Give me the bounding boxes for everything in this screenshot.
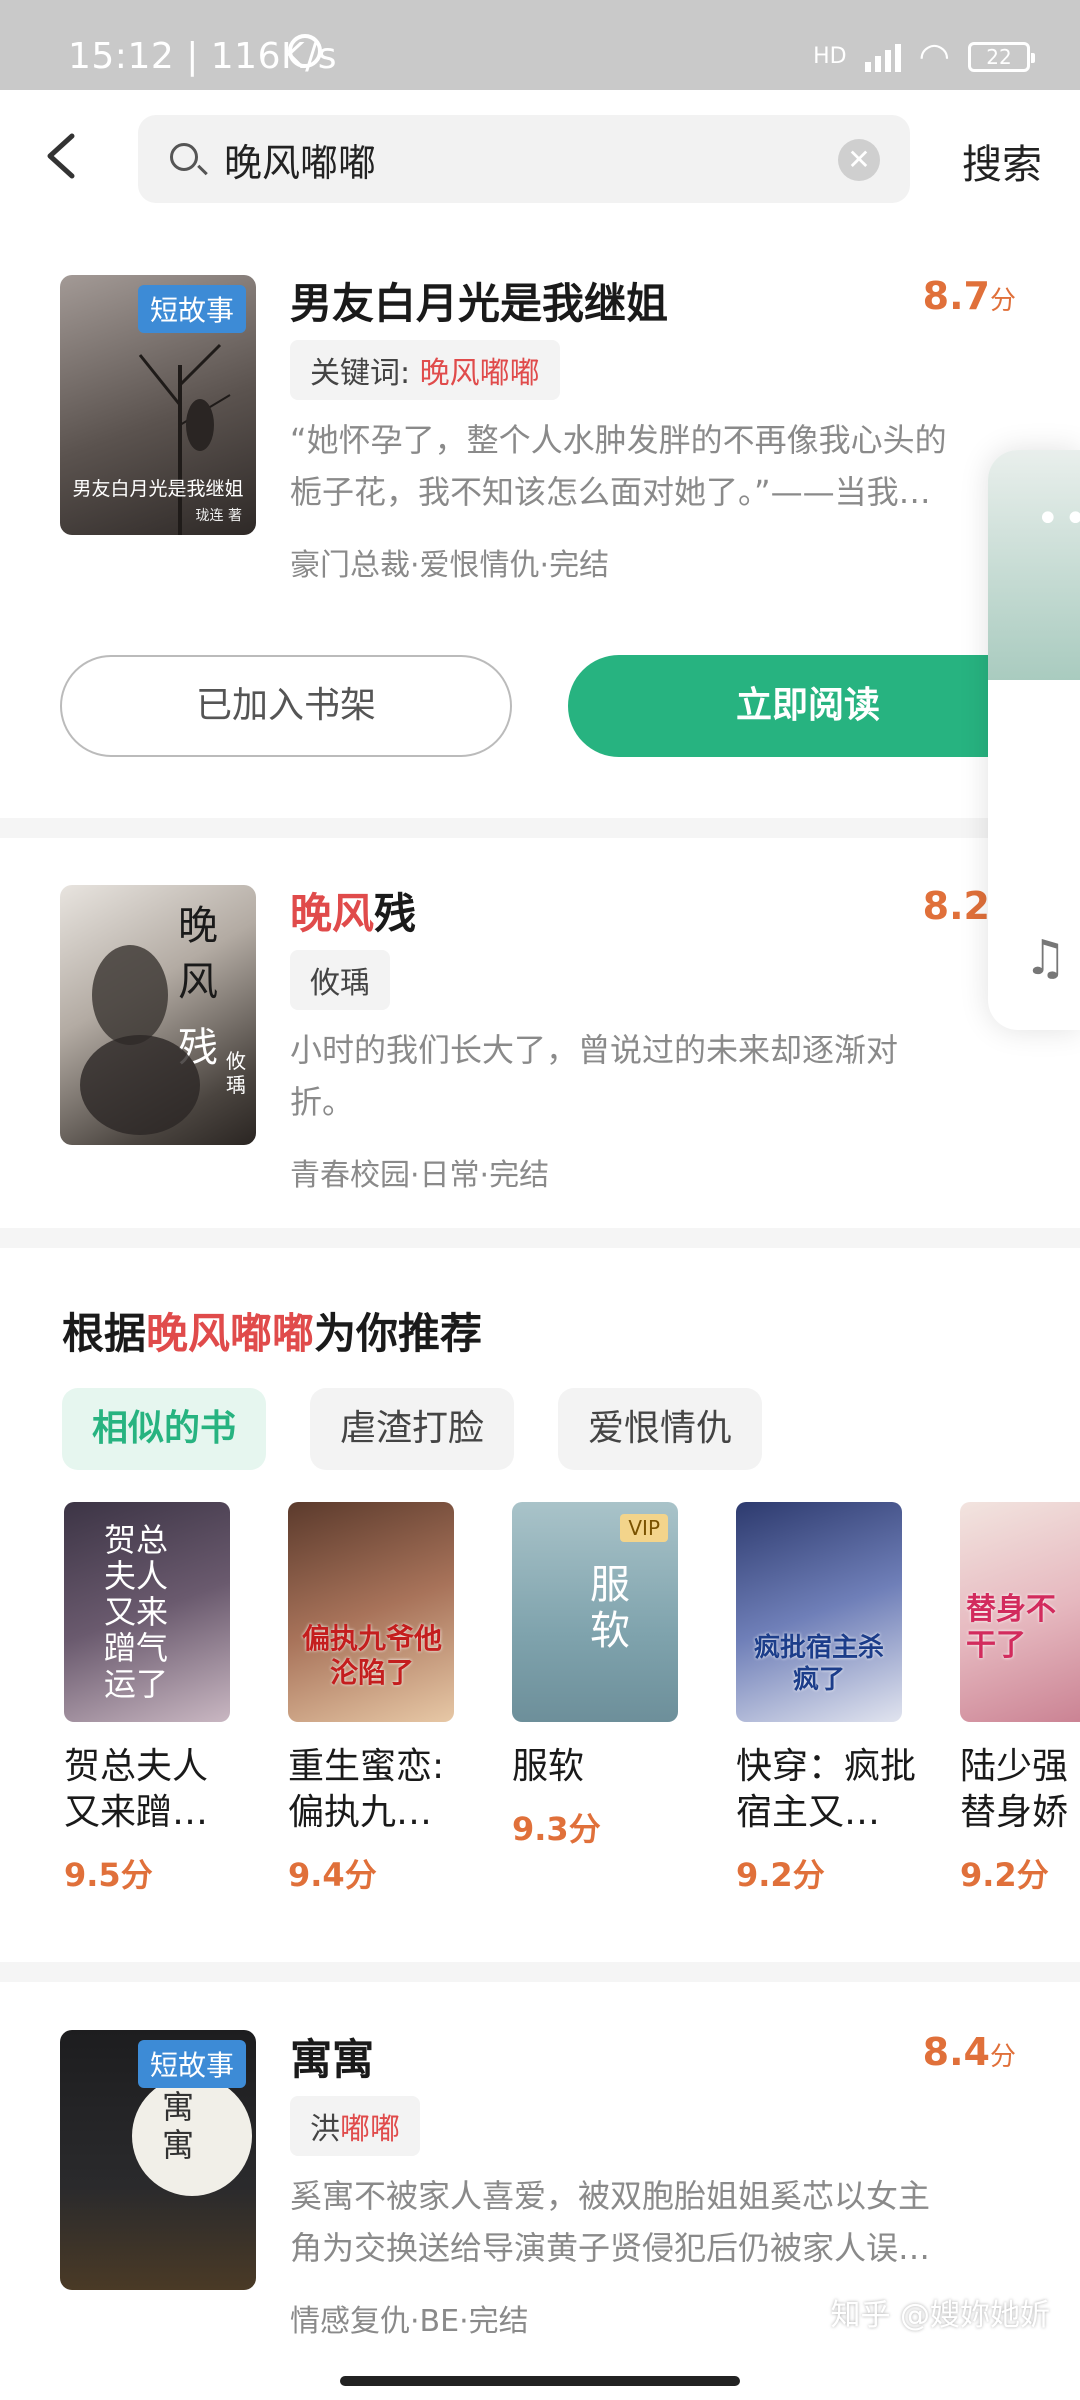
recommend-book[interactable]: 贺总夫人又来蹭气运了 贺总夫人 又来蹭… 9.5分 [64, 1502, 230, 1896]
book-cover: 疯批宿主杀疯了 [736, 1502, 902, 1722]
chip-tag[interactable]: 爱恨情仇 [558, 1388, 763, 1470]
book-cover: 贺总夫人又来蹭气运了 [64, 1502, 230, 1722]
search-header: ✕ 搜索 [0, 90, 1080, 230]
book-cover[interactable]: 晚 风 残 攸瑀 [60, 885, 256, 1145]
book-title[interactable]: 寓寓 [290, 2026, 374, 2087]
status-bar: 15:12 | 116K/s HD ◠ 22 [0, 0, 1080, 90]
added-to-shelf-button[interactable]: 已加入书架 [60, 655, 512, 757]
keyword-tag: 关键词: 晚风嘟嘟 [290, 340, 560, 400]
search-button[interactable]: 搜索 [962, 132, 1042, 190]
cover-title: 服软 [590, 1562, 630, 1654]
recommend-book[interactable]: VIP 服软 服软 9.3分 [512, 1502, 678, 1850]
signal-icon [864, 42, 901, 72]
search-icon [170, 143, 198, 171]
read-now-button[interactable]: 立即阅读 [568, 655, 1048, 757]
book-description: 奚寓不被家人喜爱，被双胞胎姐姐奚芯以女主 角为交换送给导演黄子贤侵犯后仍被家人误… [290, 2177, 931, 2267]
cover-title: 贺总夫人又来蹭气运了 [104, 1521, 169, 1703]
cover-title: 疯批宿主杀疯了 [753, 1633, 884, 1695]
cover-title: 寓寓 [162, 2088, 195, 2164]
search-input[interactable] [222, 135, 786, 183]
recommend-title: 根据晚风嘟嘟为你推荐 [62, 1309, 483, 1358]
section-divider [0, 1962, 1080, 1982]
book-rating: 8.4分 [922, 2030, 1016, 2074]
book-meta: 豪门总裁·爱恨情仇·完结 [290, 548, 610, 583]
book-cover: 替身不干了 [960, 1502, 1080, 1722]
cover-title: 替身不干了 [966, 1592, 1056, 1663]
recommend-book[interactable]: 替身不干了 陆少强 替身娇 9.2分 [960, 1502, 1080, 1896]
book-description: “她怀孕了，整个人水肿发胖的不再像我心头的 栀子花，我不知该怎么面对她了。”——… [290, 421, 947, 511]
chip-tag[interactable]: 虐渣打脸 [310, 1388, 515, 1470]
cover-title: 偏执九爷他沦陷了 [302, 1622, 443, 1689]
book-rating: 8.2 [922, 884, 990, 928]
recommend-book[interactable]: 偏执九爷他沦陷了 重生蜜恋: 偏执九… 9.4分 [288, 1502, 454, 1896]
watermark: 知乎 @嫂妳她妡 [830, 2298, 1050, 2333]
book-score: 9.4分 [288, 1856, 377, 1894]
floating-player-panel[interactable]: ••• ♫ [988, 450, 1080, 1030]
book-meta: 青春校园·日常·完结 [290, 1158, 550, 1193]
recommend-book[interactable]: 疯批宿主杀疯了 快穿：疯批 宿主又… 9.2分 [736, 1502, 916, 1896]
book-meta: 情感复仇·BE·完结 [290, 2304, 529, 2339]
book-title: 快穿：疯批 宿主又… [736, 1746, 917, 1833]
short-story-badge: 短故事 [137, 2040, 246, 2088]
book-cover: VIP 服软 [512, 1502, 678, 1722]
panel-cover [988, 450, 1080, 680]
book-title[interactable]: 男友白月光是我继姐 [290, 270, 668, 331]
book-score: 9.2分 [736, 1856, 825, 1894]
book-title: 贺总夫人 又来蹭… [64, 1746, 209, 1833]
book-score: 9.5分 [64, 1856, 153, 1894]
home-indicator[interactable] [340, 2376, 740, 2386]
section-divider [0, 818, 1080, 838]
book-cover: 偏执九爷他沦陷了 [288, 1502, 454, 1722]
book-score: 9.3分 [512, 1810, 601, 1848]
cover-art [80, 945, 200, 1135]
battery-icon: 22 [968, 41, 1035, 72]
book-title: 服软 [512, 1746, 585, 1787]
book-cover[interactable]: 短故事 男友白月光是我继姐 珑连 著 [60, 275, 256, 535]
book-cover[interactable]: 短故事 寓寓 [60, 2030, 256, 2290]
book-title[interactable]: 晚风残 [290, 880, 416, 941]
book-title: 重生蜜恋: 偏执九… [288, 1746, 445, 1833]
author-tag[interactable]: 洪嘟嘟 [290, 2096, 420, 2156]
clear-icon[interactable]: ✕ [838, 139, 880, 181]
back-arrow-icon[interactable] [42, 132, 82, 180]
cover-title: 男友白月光是我继姐 [72, 478, 244, 500]
more-icon[interactable]: ••• [1036, 496, 1080, 542]
book-description: 小时的我们长大了，曾说过的未来却逐渐对 折。 [290, 1031, 899, 1121]
alarm-icon [288, 34, 322, 68]
wifi-icon: ◠ [918, 36, 950, 77]
music-note-icon[interactable]: ♫ [1024, 930, 1067, 986]
chip-similar-books[interactable]: 相似的书 [62, 1388, 267, 1470]
vip-badge: VIP [620, 1514, 668, 1542]
book-rating: 8.7分 [922, 274, 1016, 318]
book-score: 9.2分 [960, 1856, 1049, 1894]
search-box: ✕ [138, 115, 910, 203]
short-story-badge: 短故事 [137, 285, 246, 333]
author-tag[interactable]: 攸瑀 [290, 950, 390, 1010]
hd-label: HD [813, 44, 847, 69]
cover-author: 珑连 著 [195, 508, 242, 524]
section-divider [0, 1228, 1080, 1248]
book-title: 陆少强 替身娇 [960, 1746, 1069, 1833]
